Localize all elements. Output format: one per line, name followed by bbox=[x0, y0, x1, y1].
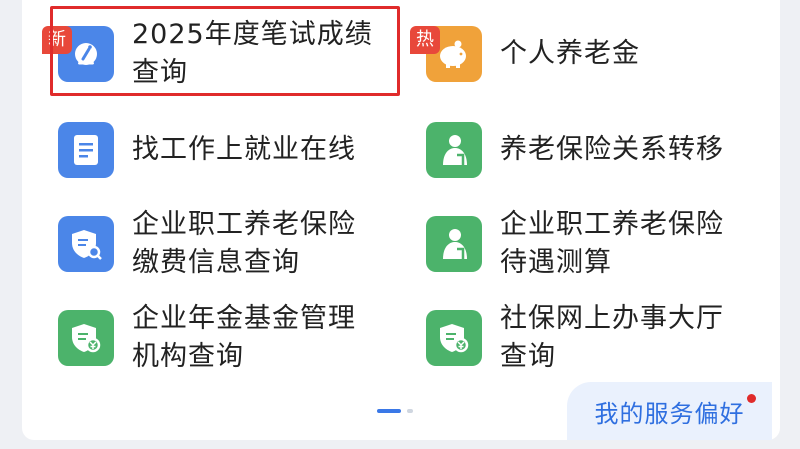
service-label: 个人养老金 bbox=[500, 38, 640, 69]
service-item-pension-payment-query[interactable]: 企业职工养老保险 缴费信息查询 bbox=[22, 204, 362, 284]
service-preferences-button[interactable]: 我的服务偏好 bbox=[567, 382, 772, 440]
elder-person-icon bbox=[426, 216, 482, 272]
service-item-annuity-institution[interactable]: 企业年金基金管理 机构查询 bbox=[22, 298, 362, 378]
service-item-job-search[interactable]: 找工作上就业在线 bbox=[22, 110, 362, 190]
page-dot[interactable] bbox=[407, 409, 413, 413]
highlight-box bbox=[50, 6, 400, 96]
service-label: 企业年金基金管理 机构查询 bbox=[132, 303, 356, 372]
service-item-social-security-hall[interactable]: 社保网上办事大厅 查询 bbox=[390, 298, 730, 378]
service-label: 社保网上办事大厅 查询 bbox=[500, 303, 724, 372]
shield-yen-icon bbox=[426, 310, 482, 366]
service-item-personal-pension[interactable]: 个人养老金 热 bbox=[390, 14, 730, 94]
service-label: 养老保险关系转移 bbox=[500, 134, 724, 165]
service-label: 找工作上就业在线 bbox=[132, 134, 356, 165]
elder-person-icon bbox=[426, 122, 482, 178]
service-label: 企业职工养老保险 缴费信息查询 bbox=[132, 209, 356, 278]
page-indicator bbox=[377, 409, 413, 413]
shield-yen-icon bbox=[58, 310, 114, 366]
service-item-pension-transfer[interactable]: 养老保险关系转移 bbox=[390, 110, 730, 190]
document-icon bbox=[58, 122, 114, 178]
service-item-pension-estimate[interactable]: 企业职工养老保险 待遇测算 bbox=[390, 204, 730, 284]
preferences-label: 我的服务偏好 bbox=[594, 399, 745, 428]
page-dot-active bbox=[377, 409, 401, 413]
service-label: 企业职工养老保险 待遇测算 bbox=[500, 209, 724, 278]
service-grid-card: 2025年度笔试成绩 查询 新 个人养老金 热 找工作上就业在线 养老保险关系转移 bbox=[22, 0, 780, 440]
shield-search-icon bbox=[58, 216, 114, 272]
hot-badge: 热 bbox=[410, 26, 440, 54]
notification-dot bbox=[747, 394, 756, 403]
